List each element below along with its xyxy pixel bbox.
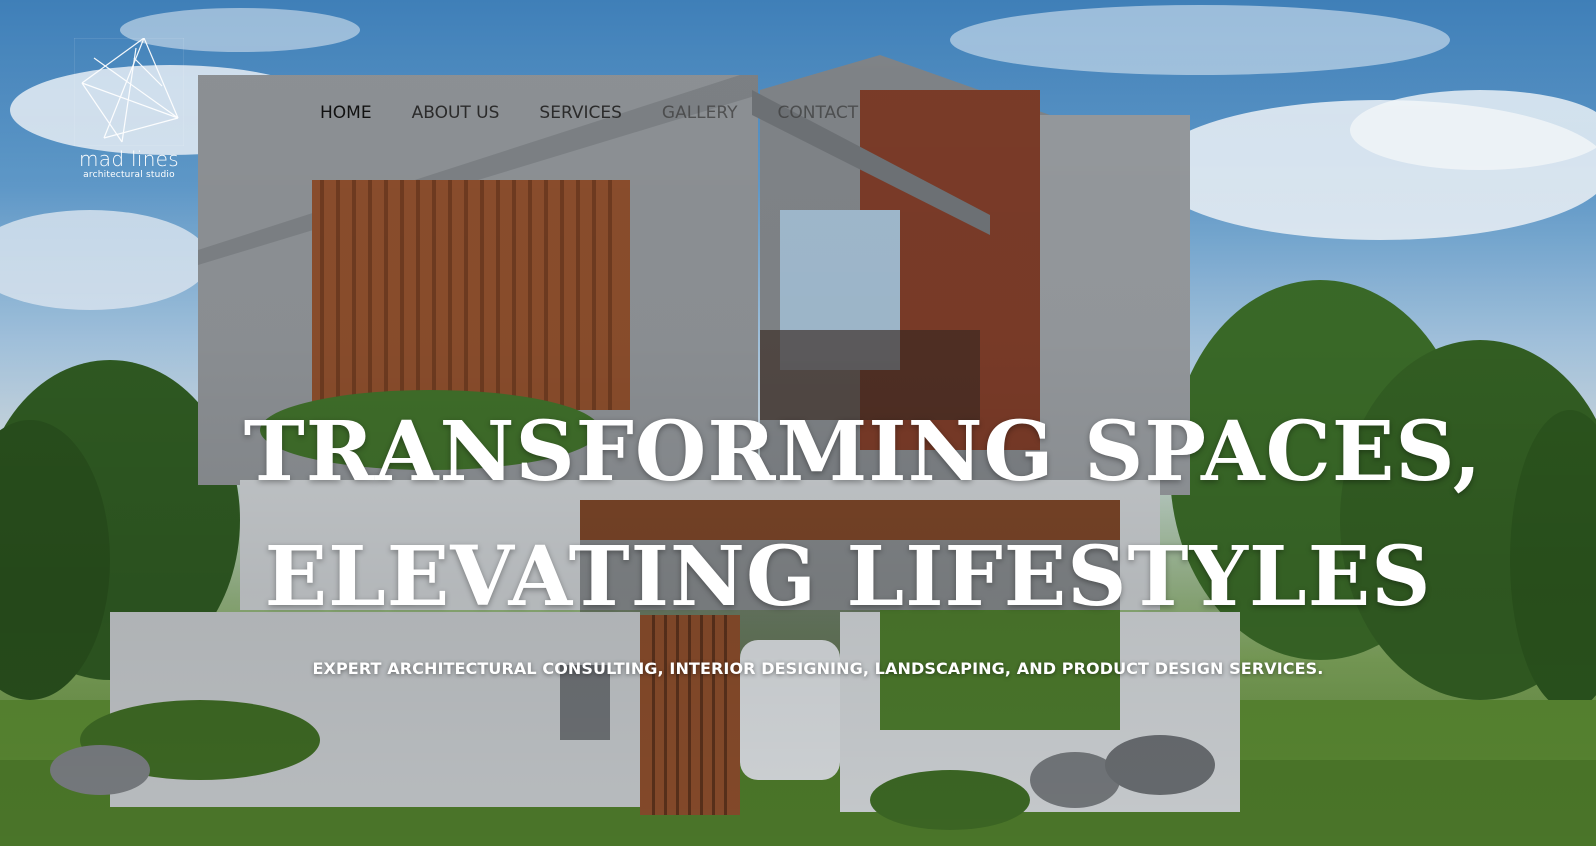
hero-headline-line-2: ELEVATING LIFESTYLES [264, 529, 1432, 625]
hero-tagline: EXPERT ARCHITECTURAL CONSULTING, INTERIO… [312, 659, 1324, 678]
main-nav: HOME ABOUT US SERVICES GALLERY CONTACT [320, 100, 898, 126]
nav-link-about-us[interactable]: ABOUT US [412, 103, 500, 123]
brand-name: mad lines [78, 147, 179, 171]
nav-link-gallery[interactable]: GALLERY [662, 103, 738, 123]
nav-link-contact[interactable]: CONTACT [778, 103, 859, 123]
logo-mark-icon [74, 38, 184, 146]
hero-headline-line-1: TRANSFORMING SPACES, [243, 404, 1483, 500]
brand-subtitle: architectural studio [83, 170, 175, 180]
brand-logo[interactable]: mad lines architectural studio [70, 38, 188, 188]
nav-link-services[interactable]: SERVICES [539, 103, 621, 123]
nav-link-home[interactable]: HOME [320, 103, 372, 123]
